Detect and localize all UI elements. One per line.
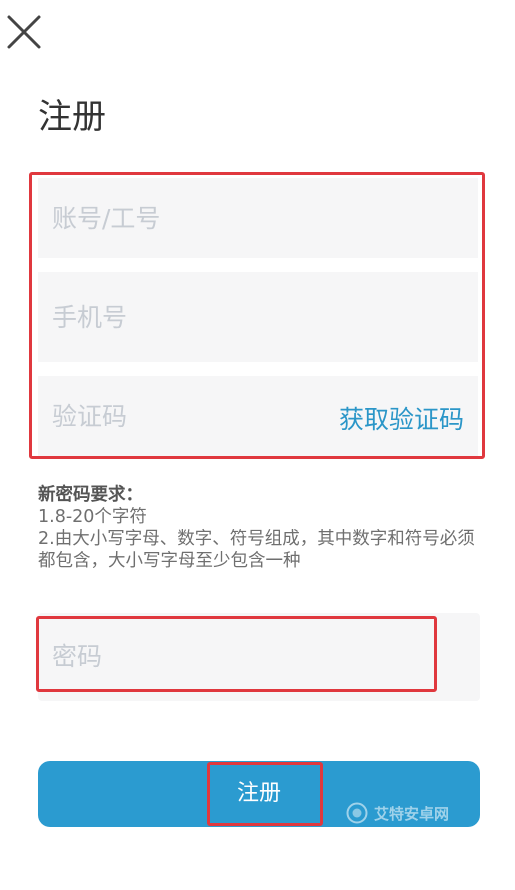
requirements-title: 新密码要求： — [38, 485, 143, 505]
requirement-line-1: 1.8-20个字符 — [38, 507, 147, 527]
get-verification-code-button[interactable]: 获取验证码 — [339, 376, 464, 456]
account-field-container — [38, 178, 478, 258]
register-button[interactable]: 注册 — [38, 761, 480, 827]
password-requirements: 新密码要求： 1.8-20个字符 2.由大小写字母、数字、符号组成，其中数字和符… — [38, 484, 478, 572]
page-title: 注册 — [38, 97, 106, 137]
close-icon — [7, 15, 41, 49]
password-input[interactable] — [52, 613, 432, 699]
verification-code-field-container: 获取验证码 — [38, 376, 478, 456]
close-button[interactable] — [6, 14, 42, 50]
requirement-line-2: 2.由大小写字母、数字、符号组成，其中数字和符号必须都包含，大小写字母至少包含一… — [38, 529, 475, 571]
account-input[interactable] — [52, 178, 462, 258]
phone-input[interactable] — [52, 272, 462, 362]
password-field-container — [38, 613, 480, 701]
verification-code-input[interactable] — [52, 376, 312, 456]
phone-field-container — [38, 272, 478, 362]
